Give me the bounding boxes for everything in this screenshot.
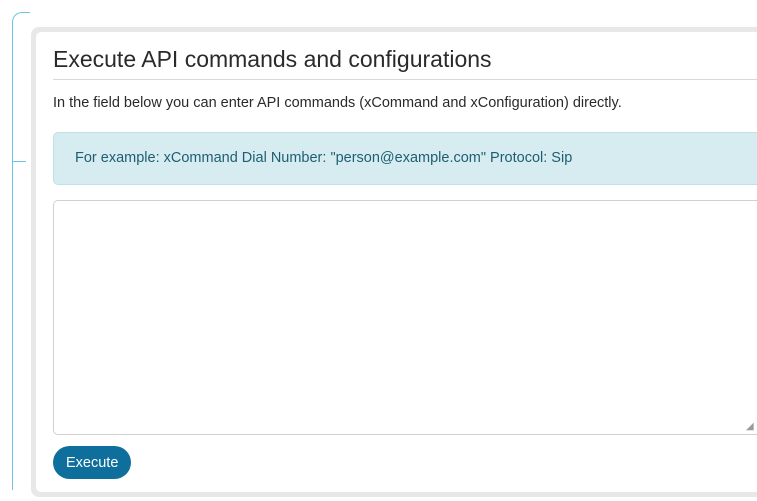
api-panel: Execute API commands and configurations … [36, 32, 757, 492]
page: Execute API commands and configurations … [0, 0, 757, 501]
example-info-box: For example: xCommand Dial Number: "pers… [53, 132, 757, 185]
callout-tick [13, 161, 26, 162]
title-divider [53, 79, 757, 80]
example-text: For example: xCommand Dial Number: "pers… [75, 150, 573, 166]
resize-grip-icon[interactable]: ◢ [746, 422, 756, 432]
api-panel-frame: Execute API commands and configurations … [31, 27, 757, 497]
execute-button[interactable]: Execute [53, 446, 132, 479]
panel-description: In the field below you can enter API com… [53, 95, 622, 111]
panel-title: Execute API commands and configurations [53, 46, 492, 72]
callout-bracket [12, 12, 30, 490]
command-input[interactable] [53, 200, 757, 435]
